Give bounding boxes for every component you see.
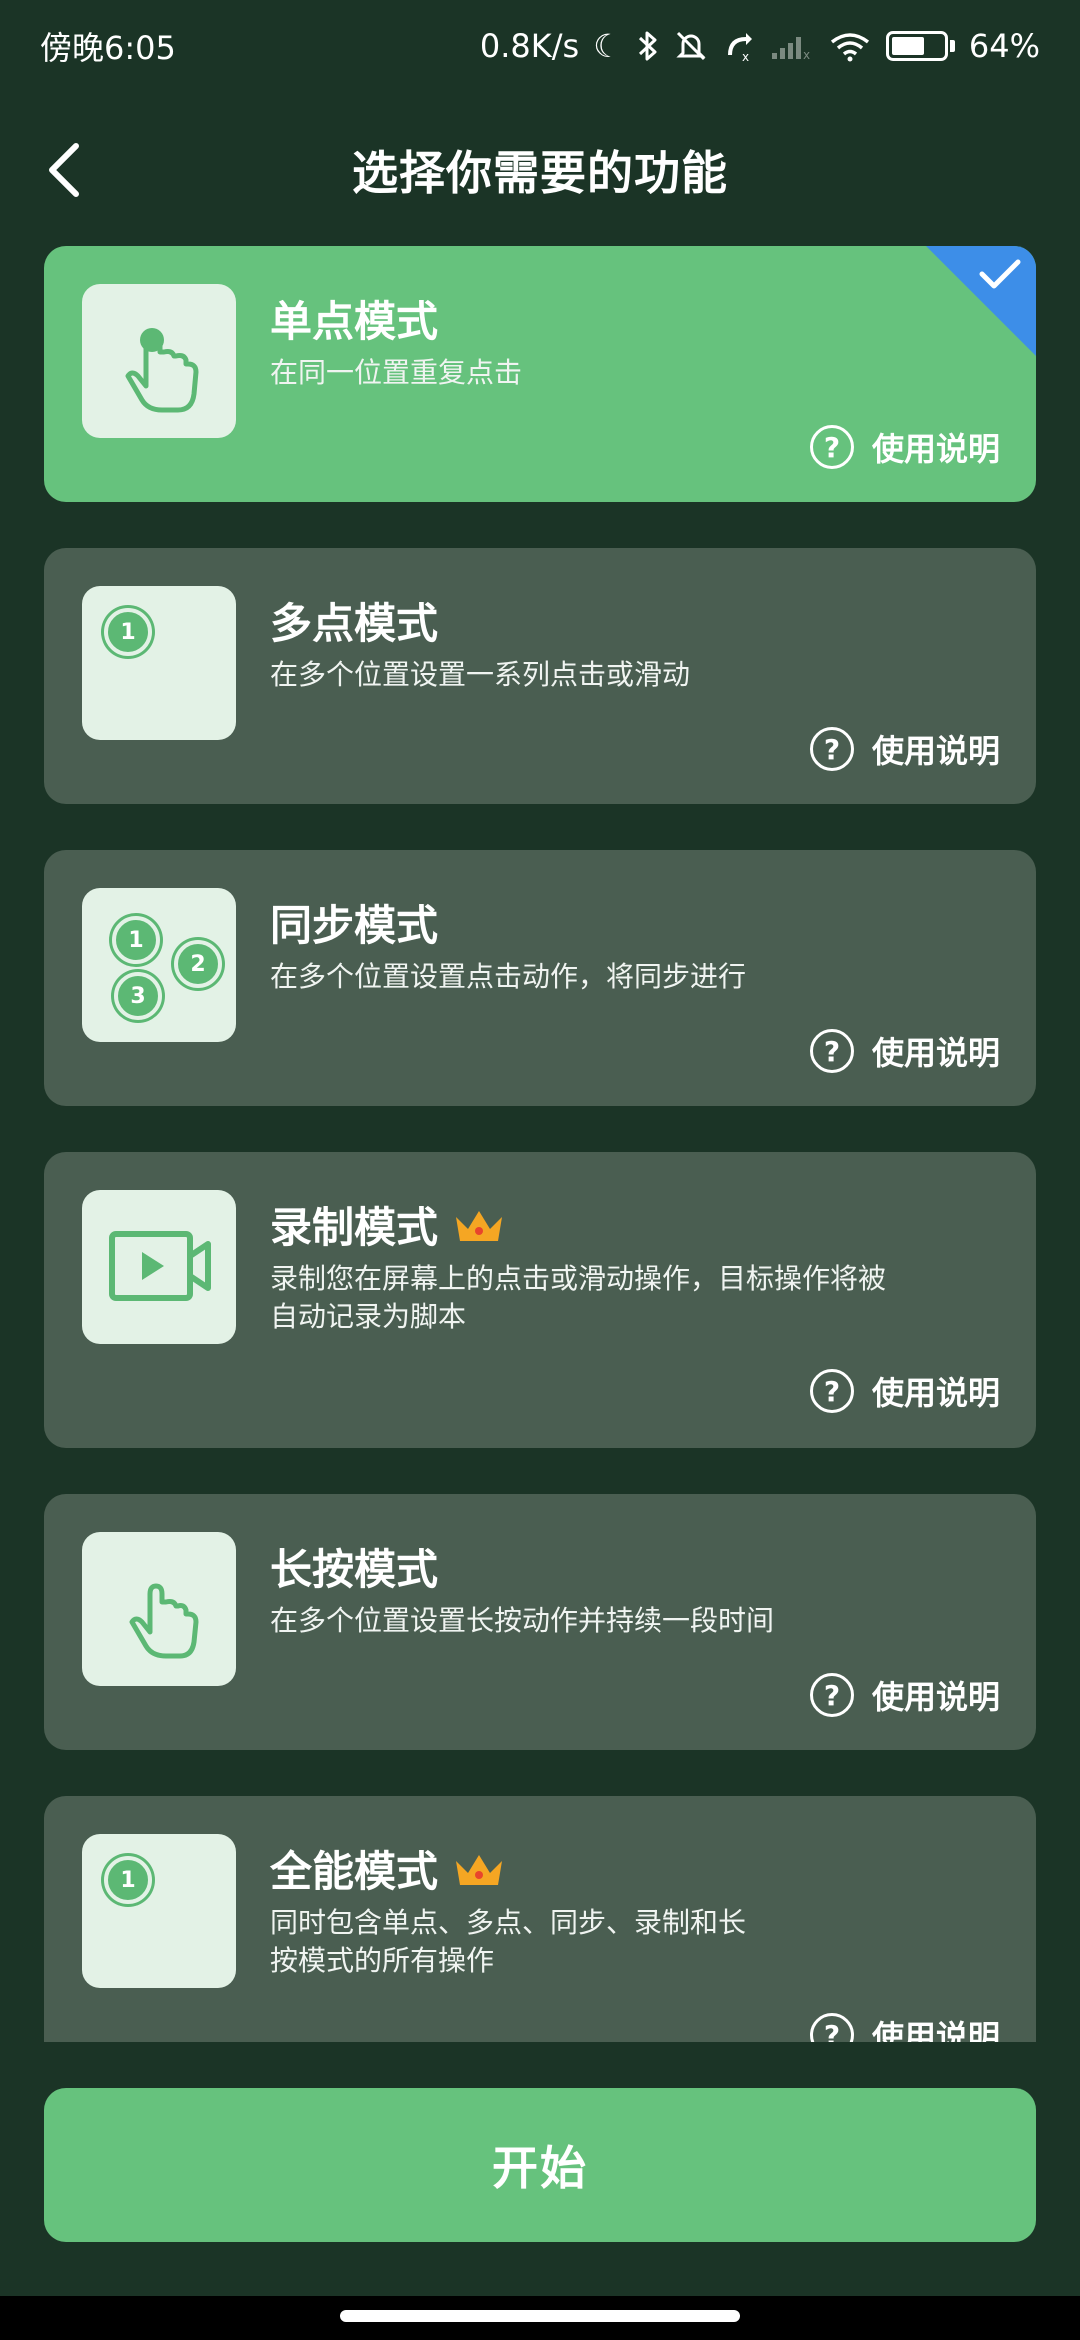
mode-icon-all-in-one: 1: [82, 1834, 236, 1988]
help-link[interactable]: ? 使用说明: [809, 2012, 1000, 2042]
mode-icon-sync: 1 2 3: [82, 888, 236, 1042]
mode-title: 录制模式: [270, 1194, 506, 1255]
mode-description: 录制您在屏幕上的点击或滑动操作，目标操作将被自动记录为脚本: [270, 1262, 887, 1333]
point-marker-icon: 1: [112, 916, 160, 964]
mode-title: 长按模式: [270, 1545, 439, 1594]
help-icon: ?: [809, 1673, 854, 1717]
mode-title: 同步模式: [270, 901, 439, 950]
mode-title: 全能模式: [270, 1838, 506, 1899]
back-arrow-icon: [49, 143, 79, 197]
help-link[interactable]: ? 使用说明: [809, 1368, 1000, 1414]
mode-card-record[interactable]: 录制模式 录制您在屏幕上的点击或滑动操作，目标操作将被自动记录为脚本 ? 使用说…: [44, 1152, 1036, 1448]
moon-icon: ☾: [593, 27, 622, 65]
mode-description: 同时包含单点、多点、同步、录制和长按模式的所有操作: [270, 1906, 747, 1977]
crown-icon: [456, 1854, 503, 1885]
mode-description: 在同一位置重复点击: [270, 356, 523, 389]
help-label: 使用说明: [871, 1678, 1000, 1716]
help-link[interactable]: ? 使用说明: [809, 1028, 1000, 1074]
mode-icon-record: [82, 1190, 236, 1344]
help-label: 使用说明: [871, 1034, 1000, 1072]
point-marker-icon: 1: [104, 1856, 152, 1904]
point-marker-icon: 2: [174, 940, 222, 988]
status-icons: 0.8K/s ☾ x x 64%: [480, 27, 1040, 65]
help-icon: ?: [809, 727, 854, 771]
finger-press-icon: [129, 1583, 199, 1659]
page-title: 选择你需要的功能: [352, 146, 728, 200]
help-label: 使用说明: [871, 1374, 1000, 1412]
help-link[interactable]: ? 使用说明: [809, 1672, 1000, 1718]
help-icon: ?: [809, 1369, 854, 1413]
signal-icon: x: [771, 37, 810, 61]
back-button[interactable]: [34, 140, 94, 200]
navigation-bar: [0, 2296, 1080, 2340]
battery-percent: 64%: [968, 27, 1040, 65]
help-link[interactable]: ? 使用说明: [809, 424, 1000, 470]
call-forward-icon: x: [727, 33, 752, 63]
crown-icon: [456, 1210, 503, 1241]
mode-card-single-tap[interactable]: 单点模式 在同一位置重复点击 ? 使用说明: [44, 246, 1036, 502]
help-icon: ?: [809, 1029, 854, 1073]
mode-description: 在多个位置设置点击动作，将同步进行: [270, 960, 747, 993]
network-speed: 0.8K/s: [479, 27, 580, 65]
mode-title: 单点模式: [270, 297, 439, 346]
bell-off-icon: [676, 31, 706, 61]
mode-card-multi-tap[interactable]: 1 多点模式 在多个位置设置一系列点击或滑动 ? 使用说明: [44, 548, 1036, 804]
mode-card-all-in-one[interactable]: 1 全能模式 同时包含单点、多点、同步、录制和长按模式的所有操作 ? 使用说明: [44, 1796, 1036, 2042]
mode-icon-multi-tap: 1: [82, 586, 236, 740]
help-label: 使用说明: [871, 2018, 1000, 2042]
mode-description: 在多个位置设置长按动作并持续一段时间: [270, 1604, 775, 1637]
bluetooth-icon: [638, 31, 657, 61]
mode-description: 在多个位置设置一系列点击或滑动: [270, 658, 691, 691]
help-label: 使用说明: [871, 430, 1000, 468]
mode-card-sync[interactable]: 1 2 3 同步模式 在多个位置设置点击动作，将同步进行 ? 使用说明: [44, 850, 1036, 1106]
status-bar: 傍晚6:05 0.8K/s ☾ x x 64%: [0, 0, 1080, 92]
wifi-icon: [830, 33, 869, 62]
help-link[interactable]: ? 使用说明: [809, 726, 1000, 772]
point-marker-icon: 3: [114, 972, 162, 1020]
svg-text:x: x: [742, 50, 749, 63]
start-button[interactable]: 开始: [44, 2088, 1036, 2242]
help-icon: ?: [809, 2013, 854, 2042]
selected-check-icon: [926, 246, 1036, 356]
help-icon: ?: [809, 425, 854, 469]
battery-icon: [885, 31, 955, 61]
point-marker-icon: 1: [104, 608, 152, 656]
home-indicator[interactable]: [340, 2310, 740, 2322]
help-label: 使用说明: [871, 732, 1000, 770]
svg-text:x: x: [803, 48, 810, 61]
status-time: 傍晚6:05: [40, 29, 176, 67]
mode-icon-single-tap: [82, 284, 236, 438]
mode-list[interactable]: 单点模式 在同一位置重复点击 ? 使用说明 1 多点模式 在多个位置设置一系列点…: [44, 246, 1036, 2042]
header: 选择你需要的功能: [0, 120, 1080, 220]
mode-title: 多点模式: [270, 599, 439, 648]
video-camera-icon: [109, 1231, 211, 1301]
mode-icon-long-press: [82, 1532, 236, 1686]
finger-tap-icon: [125, 328, 199, 413]
mode-card-long-press[interactable]: 长按模式 在多个位置设置长按动作并持续一段时间 ? 使用说明: [44, 1494, 1036, 1750]
